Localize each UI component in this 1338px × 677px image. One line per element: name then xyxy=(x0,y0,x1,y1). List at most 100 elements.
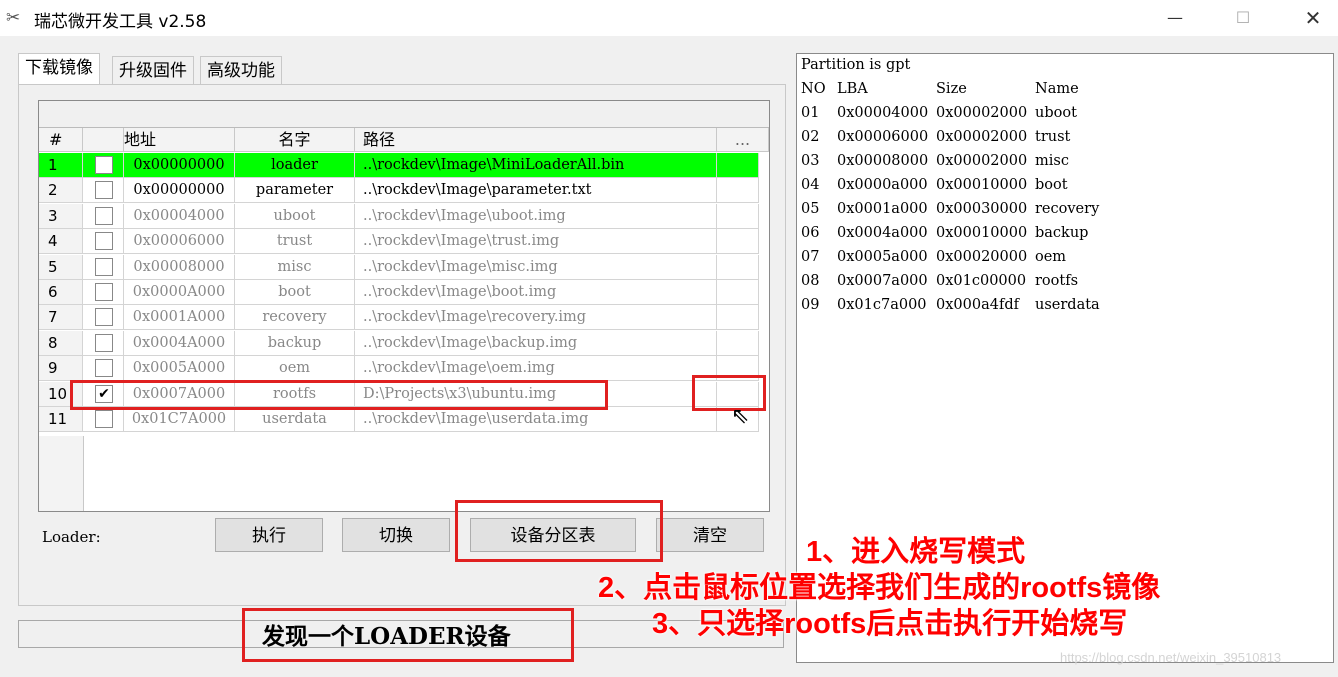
mouse-cursor-icon: ⇖ xyxy=(731,404,750,429)
row-index: 11 xyxy=(39,407,83,432)
table-row[interactable]: 4 0x00006000 trust ..\rockdev\Image\trust.i… xyxy=(39,229,769,255)
log-lba: 0x00008000 xyxy=(837,153,929,169)
log-size: 0x00030000 xyxy=(936,201,1028,217)
table-row[interactable]: 2 0x00000000 parameter ..\rockdev\Image\par… xyxy=(39,178,769,204)
row-browse-button[interactable] xyxy=(717,305,759,331)
row-address: 0x0004A000 xyxy=(124,330,235,356)
table-row[interactable]: 5 0x00008000 misc ..\rockdev\Image\misc.img xyxy=(39,254,769,280)
row-checkbox[interactable] xyxy=(95,206,113,225)
row-name: boot xyxy=(235,280,355,305)
row-checkbox[interactable] xyxy=(95,283,113,301)
row-name: backup xyxy=(235,330,355,356)
row-check-cell[interactable] xyxy=(83,203,124,229)
row-check-cell[interactable] xyxy=(83,229,124,255)
loader-label: Loader: xyxy=(42,528,101,546)
row-index: 5 xyxy=(39,254,83,280)
row-address: 0x0000A000 xyxy=(124,280,235,305)
row-index: 7 xyxy=(39,305,83,331)
switch-button[interactable]: 切换 xyxy=(342,518,450,552)
row-path: ..\rockdev\Image\recovery.img xyxy=(355,305,717,331)
window-title: 瑞芯微开发工具 v2.58 xyxy=(34,12,207,32)
log-header-name: Name xyxy=(1035,81,1079,97)
log-name: boot xyxy=(1035,177,1068,193)
log-lba: 0x0007a000 xyxy=(837,273,928,289)
log-no: 02 xyxy=(801,129,820,145)
row-name: oem xyxy=(235,356,355,382)
log-no: 03 xyxy=(801,153,820,169)
log-size: 0x00002000 xyxy=(936,153,1028,169)
tab-upgrade-firmware[interactable]: 升级固件 xyxy=(112,56,194,85)
table-row[interactable]: 6 0x0000A000 boot ..\rockdev\Image\boot.img xyxy=(39,280,769,305)
row-checkbox[interactable] xyxy=(95,156,113,174)
row-browse-button[interactable] xyxy=(717,203,759,229)
row-check-cell[interactable] xyxy=(83,407,124,432)
clear-button[interactable]: 清空 xyxy=(656,518,764,552)
row-check-cell[interactable] xyxy=(83,153,124,178)
row-browse-button[interactable] xyxy=(717,330,759,356)
log-no: 07 xyxy=(801,249,820,265)
table-row[interactable]: 8 0x0004A000 backup ..\rockdev\Image\backup… xyxy=(39,330,769,356)
row-checkbox[interactable] xyxy=(95,232,113,251)
maximize-button[interactable]: ☐ xyxy=(1220,0,1266,36)
row-path: ..\rockdev\Image\trust.img xyxy=(355,229,717,255)
table-row[interactable]: 9 0x0005A000 oem ..\rockdev\Image\oem.img xyxy=(39,356,769,382)
row-path: ..\rockdev\Image\MiniLoaderAll.bin xyxy=(355,153,717,178)
tab-download-image[interactable]: 下载镜像 xyxy=(18,53,100,85)
row-browse-button[interactable] xyxy=(717,229,759,255)
col-header-name: 名字 xyxy=(235,128,355,152)
row-index: 1 xyxy=(39,153,83,178)
row-browse-button[interactable] xyxy=(717,280,759,305)
table-row[interactable]: 1 0x00000000 loader ..\rockdev\Image\MiniLo… xyxy=(39,153,769,178)
row-address: 0x01C7A000 xyxy=(124,407,235,432)
log-lba: 0x00006000 xyxy=(837,129,929,145)
row-checkbox[interactable] xyxy=(95,333,113,352)
log-title: Partition is gpt xyxy=(801,57,911,73)
table-row[interactable]: 11 0x01C7A000 userdata ..\rockdev\Image\use… xyxy=(39,407,769,432)
highlight-browse-cell xyxy=(692,375,766,411)
minimize-button[interactable]: — xyxy=(1152,0,1198,36)
log-name: rootfs xyxy=(1035,273,1079,289)
row-check-cell[interactable] xyxy=(83,330,124,356)
log-size: 0x01c00000 xyxy=(936,273,1027,289)
table-row[interactable]: 3 0x00004000 uboot ..\rockdev\Image\uboot.i… xyxy=(39,203,769,229)
row-check-cell[interactable] xyxy=(83,280,124,305)
log-no: 01 xyxy=(801,105,820,121)
row-path: ..\rockdev\Image\parameter.txt xyxy=(355,178,717,204)
row-index: 9 xyxy=(39,356,83,382)
log-row: 09 0x01c7a000 0x000a4fdf userdata xyxy=(801,297,1321,317)
log-lba: 0x0001a000 xyxy=(837,201,928,217)
row-checkbox[interactable] xyxy=(95,308,113,327)
row-check-cell[interactable] xyxy=(83,356,124,382)
row-checkbox[interactable] xyxy=(95,181,113,200)
execute-button[interactable]: 执行 xyxy=(215,518,323,552)
log-no: 06 xyxy=(801,225,820,241)
log-row: 08 0x0007a000 0x01c00000 rootfs xyxy=(801,273,1321,293)
log-row: 04 0x0000a000 0x00010000 boot xyxy=(801,177,1321,197)
log-row: 01 0x00004000 0x00002000 uboot xyxy=(801,105,1321,125)
row-check-cell[interactable] xyxy=(83,178,124,204)
tools-icon: ✂ xyxy=(6,8,21,28)
row-check-cell[interactable] xyxy=(83,254,124,280)
log-name: backup xyxy=(1035,225,1089,241)
row-address: 0x00008000 xyxy=(124,254,235,280)
row-checkbox[interactable] xyxy=(95,257,113,276)
row-address: 0x00006000 xyxy=(124,229,235,255)
highlight-partition-button xyxy=(455,500,663,562)
log-name: userdata xyxy=(1035,297,1100,313)
log-name: misc xyxy=(1035,153,1069,169)
row-browse-button[interactable] xyxy=(717,254,759,280)
tab-advanced-features[interactable]: 高级功能 xyxy=(200,56,282,85)
watermark: https://blog.csdn.net/weixin_39510813 xyxy=(1060,650,1282,665)
table-row[interactable]: 7 0x0001A000 recovery ..\rockdev\Image\reco… xyxy=(39,305,769,331)
close-button[interactable]: ✕ xyxy=(1290,0,1336,36)
row-path: ..\rockdev\Image\boot.img xyxy=(355,280,717,305)
row-check-cell[interactable] xyxy=(83,305,124,331)
row-checkbox[interactable] xyxy=(95,359,113,378)
row-checkbox[interactable] xyxy=(95,410,113,428)
row-address: 0x0001A000 xyxy=(124,305,235,331)
title-bar: ✂ 瑞芯微开发工具 v2.58 — ☐ ✕ xyxy=(0,0,1338,36)
row-browse-button[interactable] xyxy=(717,178,759,204)
log-no: 05 xyxy=(801,201,820,217)
log-name: recovery xyxy=(1035,201,1100,217)
row-browse-button[interactable] xyxy=(717,153,759,178)
